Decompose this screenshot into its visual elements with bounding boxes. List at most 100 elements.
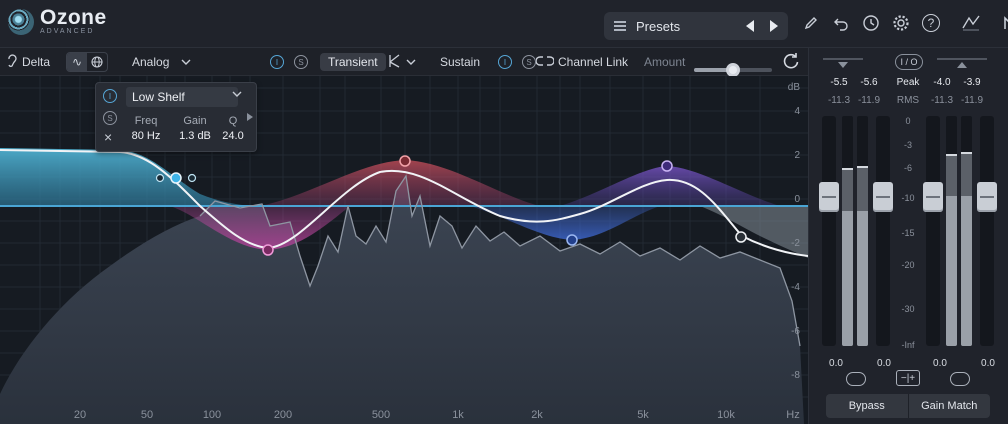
- input-right-gain-value[interactable]: 0.0: [869, 358, 899, 369]
- freq-tick-label: 50: [141, 409, 153, 421]
- bypass-button[interactable]: Bypass: [826, 394, 908, 418]
- freq-tick-label: 1k: [452, 409, 464, 421]
- band-5-area: [560, 166, 780, 206]
- io-link-icon[interactable]: −|+: [896, 370, 920, 386]
- band-1-q-left-handle[interactable]: [155, 173, 165, 183]
- previous-preset-button[interactable]: [746, 20, 754, 32]
- globe-icon[interactable]: [87, 53, 107, 71]
- mode-label: Analog: [132, 55, 170, 69]
- meter-scale-0: 0: [905, 116, 911, 126]
- output-peak-right: -3.9: [963, 77, 981, 88]
- meter-scale-inf: -Inf: [901, 340, 915, 350]
- freq-tick-label: 500: [372, 409, 390, 421]
- app-edition: ADVANCED: [40, 28, 95, 35]
- undo-icon[interactable]: [830, 12, 852, 34]
- bypass-gain-match-row: Bypass Gain Match: [826, 394, 990, 418]
- db-tick-label: -4: [791, 282, 800, 293]
- transient-info-icon[interactable]: I: [270, 55, 284, 69]
- db-tick-label: 2: [794, 150, 800, 161]
- band-info-icon[interactable]: I: [103, 89, 117, 103]
- refresh-icon[interactable]: [782, 51, 800, 71]
- history-icon[interactable]: [860, 12, 882, 34]
- freq-tick-label: 100: [203, 409, 221, 421]
- gain-match-button[interactable]: Gain Match: [909, 394, 991, 418]
- output-right-fader[interactable]: [977, 116, 997, 346]
- input-left-gain-value[interactable]: 0.0: [821, 358, 851, 369]
- link-icon: [535, 55, 555, 69]
- app-name: Ozone: [40, 6, 107, 29]
- input-rms-left: -11.3: [827, 95, 851, 106]
- freq-tick-label: 5k: [637, 409, 649, 421]
- freq-value[interactable]: 80 Hz: [128, 130, 164, 142]
- io-toggle[interactable]: I / O: [895, 54, 923, 70]
- input-left-fader-knob[interactable]: [819, 182, 839, 212]
- freq-tick-label: 10k: [717, 409, 735, 421]
- band-6-node[interactable]: [735, 231, 747, 243]
- hz-unit-label: Hz: [786, 409, 799, 421]
- signal-chain-icon[interactable]: [960, 12, 982, 34]
- next-preset-button[interactable]: [770, 20, 778, 32]
- pencil-icon[interactable]: [800, 12, 822, 34]
- presets-label[interactable]: Presets: [636, 19, 730, 34]
- gear-icon[interactable]: [890, 12, 912, 34]
- sustain-info-icon[interactable]: I: [498, 55, 512, 69]
- band-1-node[interactable]: [170, 172, 182, 184]
- output-left-fader-knob[interactable]: [923, 182, 943, 212]
- input-peak-right: -5.6: [860, 77, 878, 88]
- waveform-view-icon[interactable]: ∿: [67, 53, 87, 71]
- output-right-gain-value[interactable]: 0.0: [973, 358, 1003, 369]
- input-collapse-icon[interactable]: [837, 56, 849, 74]
- gain-value[interactable]: 1.3 dB: [174, 130, 216, 142]
- output-left-gain-value[interactable]: 0.0: [925, 358, 955, 369]
- peak-label: Peak: [896, 77, 920, 88]
- band-4-node[interactable]: [566, 234, 578, 246]
- band-solo-icon[interactable]: S: [103, 111, 117, 125]
- mode-dropdown[interactable]: Analog: [132, 52, 191, 72]
- band-3-node[interactable]: [399, 155, 411, 167]
- output-link-icon[interactable]: [950, 372, 970, 386]
- help-icon[interactable]: ?: [920, 12, 942, 34]
- input-link-icon[interactable]: [846, 372, 866, 386]
- output-left-fader[interactable]: [923, 116, 943, 346]
- transient-button[interactable]: Transient: [320, 53, 386, 71]
- q-label: Q: [228, 115, 238, 127]
- q-value[interactable]: 24.0: [218, 130, 248, 142]
- presets-bar[interactable]: Presets: [604, 12, 788, 40]
- band-5-node[interactable]: [661, 160, 673, 172]
- band-1-q-right-handle[interactable]: [187, 173, 197, 183]
- db-tick-label: -2: [791, 238, 800, 249]
- ear-icon: [6, 53, 18, 71]
- close-icon[interactable]: ×: [104, 129, 112, 145]
- amount-label: Amount: [644, 55, 686, 69]
- output-right-fader-knob[interactable]: [977, 182, 997, 212]
- spectrum-area: [0, 176, 804, 424]
- filter-shape-dropdown[interactable]: Low Shelf: [126, 87, 242, 107]
- channel-link-toggle[interactable]: Channel Link: [535, 52, 628, 72]
- output-collapse-icon[interactable]: [956, 56, 968, 74]
- input-left-fader[interactable]: [819, 116, 839, 346]
- meter-scale-15: -15: [901, 228, 915, 238]
- view-mode-toggle[interactable]: ∿: [66, 52, 108, 72]
- sustain-solo-icon[interactable]: S: [522, 55, 536, 69]
- app-logo: Ozone ADVANCED: [8, 6, 107, 35]
- delta-toggle[interactable]: Delta: [6, 52, 50, 72]
- db-tick-label: -8: [791, 370, 800, 381]
- amount-slider-thumb[interactable]: [726, 63, 740, 77]
- chevron-down-icon: [181, 55, 191, 69]
- eq-graph[interactable]: dB 4 2 0 -2 -4 -6 -8 20 50 100 200 500 1k 2k 5k 10k Hz I…: [0, 76, 808, 424]
- db-tick-label: -6: [791, 326, 800, 337]
- native-instruments-icon[interactable]: [1002, 12, 1008, 34]
- meter-scale-3: -3: [903, 140, 912, 150]
- transient-solo-icon[interactable]: S: [294, 55, 308, 69]
- amount-slider[interactable]: [694, 63, 772, 77]
- input-right-fader-knob[interactable]: [873, 182, 893, 212]
- db-unit-label: dB: [788, 82, 801, 93]
- sustain-label[interactable]: Sustain: [440, 55, 480, 69]
- chevron-down-icon: [406, 55, 416, 69]
- meter-scale-6: -6: [903, 163, 912, 173]
- db-tick-label: 4: [794, 106, 800, 117]
- freq-label: Freq: [134, 115, 158, 127]
- band-2-node[interactable]: [262, 244, 274, 256]
- input-right-fader[interactable]: [873, 116, 893, 346]
- transient-shape-dropdown[interactable]: [388, 52, 416, 72]
